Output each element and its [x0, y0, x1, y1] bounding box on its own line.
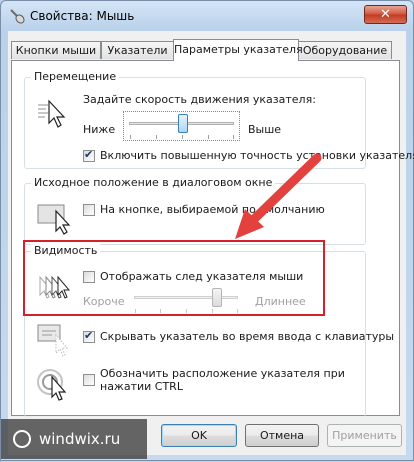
- speed-tick: [182, 135, 183, 139]
- watermark-text: windwix.ru: [39, 430, 121, 448]
- hide-while-typing-checkbox[interactable]: [83, 329, 95, 343]
- speed-tick: [130, 135, 131, 139]
- show-location-label[interactable]: Обозначить расположение указателя при на…: [100, 367, 360, 393]
- tab-mouse-buttons[interactable]: Кнопки мыши: [11, 41, 101, 59]
- speed-slow-label: Ниже: [83, 123, 116, 136]
- snap-group-title: Исходное положение в диалоговом окне: [31, 176, 276, 189]
- pointer-options-panel: Перемещение Задайте скорость движения ук…: [11, 60, 414, 417]
- speed-label: Задайте скорость движения указателя:: [83, 93, 316, 106]
- tab-hardware[interactable]: Оборудование: [298, 41, 392, 59]
- hide-while-typing-label[interactable]: Скрывать указатель во время ввода с клав…: [100, 330, 394, 343]
- speed-slider-thumb[interactable]: [177, 114, 188, 133]
- title-bar[interactable]: Свойства: Мышь ✕: [1, 1, 413, 31]
- precision-checkbox[interactable]: [83, 148, 95, 162]
- pointer-speed-icon: [38, 99, 66, 128]
- site-logo-icon: [13, 430, 31, 448]
- watermark: windwix.ru: [1, 419, 147, 459]
- ok-button[interactable]: OK: [161, 424, 237, 447]
- close-button[interactable]: ✕: [364, 5, 407, 24]
- speed-slider[interactable]: [123, 111, 240, 141]
- cancel-button[interactable]: Отмена: [245, 424, 319, 447]
- tab-pointer-options[interactable]: Параметры указателя: [173, 39, 303, 61]
- window-title: Свойства: Мышь: [30, 9, 135, 23]
- speed-tick: [156, 135, 157, 139]
- show-location-checkbox[interactable]: [83, 374, 95, 386]
- speed-tick: [233, 135, 234, 139]
- apply-button[interactable]: Применить: [327, 424, 402, 447]
- hide-while-typing-icon: [37, 324, 69, 357]
- mouse-icon: [10, 9, 25, 24]
- snap-label[interactable]: На кнопке, выбираемой по умолчанию: [100, 203, 325, 216]
- precision-label[interactable]: Включить повышенную точность установки у…: [100, 149, 414, 162]
- speed-tick: [208, 135, 209, 139]
- speed-fast-label: Выше: [248, 123, 282, 136]
- highlight-box: [23, 240, 325, 316]
- tab-pointers[interactable]: Указатели: [101, 41, 174, 59]
- motion-group-title: Перемещение: [31, 70, 120, 83]
- mouse-properties-window: Свойства: Мышь ✕ Кнопки мыши Указатели П…: [0, 0, 414, 461]
- snap-to-default-icon: [37, 204, 71, 235]
- show-location-ctrl-icon: [37, 369, 67, 401]
- snap-checkbox[interactable]: [83, 204, 95, 216]
